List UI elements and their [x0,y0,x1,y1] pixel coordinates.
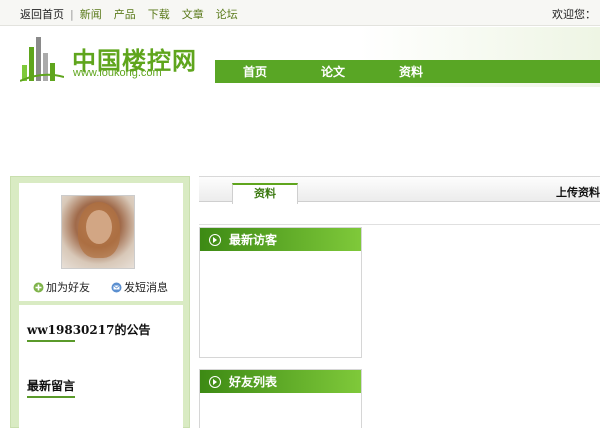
avatar-face [86,210,112,244]
logo-url: www.loukong.com [73,67,162,79]
arrow-circle-icon [209,375,221,388]
arrow-circle-icon [209,233,221,246]
tab-bar: 资料 上传资料 [199,176,600,204]
upload-resources-link[interactable]: 上传资料 [556,184,600,200]
logo-buildings-icon [20,37,64,82]
main-nav: 首页 论文 资料 [215,60,600,83]
tab-resources[interactable]: 资料 [232,183,298,204]
notice-title: ww19830217的公告 [27,323,151,342]
top-bar: 返回首页 | 新闻 产品 下载 文章 论坛 欢迎您： [0,0,600,26]
latest-visitors-header: 最新访客 [200,228,361,251]
send-message-button[interactable]: 发短消息 [111,279,168,295]
plus-icon [33,282,44,292]
nav-link-forum[interactable]: 论坛 [216,6,238,22]
top-links: 返回首页 | 新闻 产品 下载 文章 论坛 [20,6,250,22]
profile-card: 加为好友 发短消息 [19,183,183,301]
avatar[interactable] [61,195,135,269]
main-nav-papers[interactable]: 论文 [321,63,345,80]
latest-visitors-panel: 最新访客 [199,227,362,358]
main-nav-resources[interactable]: 资料 [399,63,423,80]
divider [199,224,600,225]
nav-link-products[interactable]: 产品 [114,6,136,22]
nav-link-news[interactable]: 新闻 [80,6,102,22]
friends-list-title: 好友列表 [229,375,278,389]
main-nav-home[interactable]: 首页 [243,63,267,80]
friends-list-header: 好友列表 [200,370,361,393]
send-message-label: 发短消息 [124,281,168,294]
main-content: 资料 上传资料 最新访客 好友列表 [199,176,600,428]
add-friend-button[interactable]: 加为好友 [33,279,90,295]
add-friend-label: 加为好友 [46,281,90,294]
welcome-text: 欢迎您： [552,8,596,21]
nav-link-articles[interactable]: 文章 [182,6,204,22]
friends-list-panel: 好友列表 [199,369,362,428]
nav-link-downloads[interactable]: 下载 [148,6,170,22]
notice-panel: ww19830217的公告 最新留言 [19,305,183,428]
profile-sidebar: 加为好友 发短消息 ww19830217的公告 最新留言 [10,176,190,428]
home-link[interactable]: 返回首页 [20,6,64,22]
latest-visitors-title: 最新访客 [229,233,278,247]
latest-messages-title: 最新留言 [27,379,76,398]
message-icon [111,282,122,292]
separator: | [70,7,74,21]
